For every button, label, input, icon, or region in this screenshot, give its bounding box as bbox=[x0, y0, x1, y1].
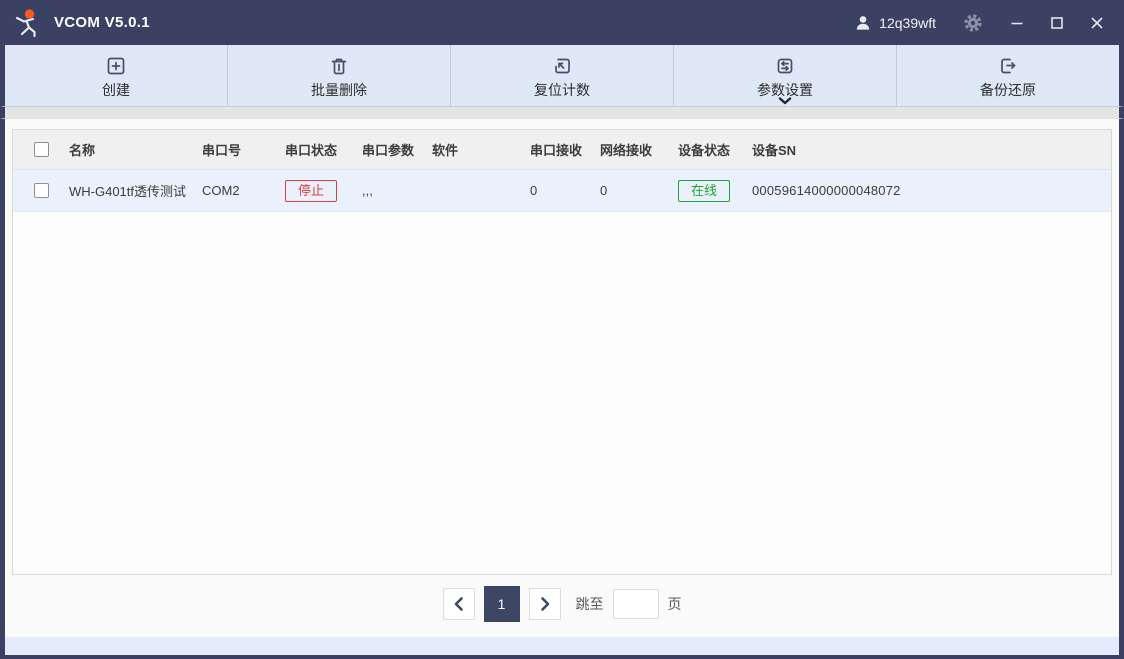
table-header-row: 名称 串口号 串口状态 串口参数 软件 串口接收 网络接收 设备状态 设备SN bbox=[13, 130, 1111, 170]
window-controls bbox=[1004, 10, 1110, 36]
reset-count-icon bbox=[551, 55, 573, 77]
cell-port-params: ,,, bbox=[362, 183, 432, 198]
create-label: 创建 bbox=[102, 80, 130, 100]
backup-restore-icon bbox=[997, 55, 1019, 77]
pagination: 1 跳至 页 bbox=[5, 585, 1119, 623]
user-account[interactable]: 12q39wft bbox=[854, 14, 936, 32]
cell-device-status: 在线 bbox=[678, 180, 752, 202]
window-bottom-frame bbox=[0, 655, 1124, 659]
chevron-left-icon bbox=[451, 596, 467, 612]
titlebar-left: VCOM V5.0.1 bbox=[12, 7, 150, 39]
select-all-checkbox[interactable] bbox=[34, 142, 49, 157]
chevron-right-icon bbox=[537, 596, 553, 612]
jump-to-label: 跳至 bbox=[576, 594, 604, 614]
main-content: 名称 串口号 串口状态 串口参数 软件 串口接收 网络接收 设备状态 设备SN … bbox=[0, 119, 1124, 637]
user-icon bbox=[854, 14, 872, 32]
prev-page-button[interactable] bbox=[443, 588, 475, 620]
maximize-icon[interactable] bbox=[1044, 10, 1070, 36]
table-row[interactable]: WH-G401tf透传测试 COM2 停止 ,,, 0 0 在线 0005961… bbox=[13, 170, 1111, 212]
titlebar: VCOM V5.0.1 12q39wft bbox=[0, 0, 1124, 45]
header-device-status[interactable]: 设备状态 bbox=[678, 140, 752, 159]
vcom-window: VCOM V5.0.1 12q39wft bbox=[0, 0, 1124, 659]
close-icon[interactable] bbox=[1084, 10, 1110, 36]
minimize-icon[interactable] bbox=[1004, 10, 1030, 36]
backup-restore-label: 备份还原 bbox=[980, 80, 1036, 100]
toolbar: 创建 批量删除 复位计数 bbox=[0, 45, 1124, 107]
header-software[interactable]: 软件 bbox=[432, 140, 530, 159]
port-status-badge: 停止 bbox=[285, 180, 337, 202]
param-settings-icon bbox=[774, 55, 796, 77]
row-checkbox-cell bbox=[13, 183, 69, 198]
bottom-status-strip bbox=[0, 637, 1124, 655]
cell-port-status: 停止 bbox=[285, 180, 362, 202]
cell-com-port: COM2 bbox=[202, 183, 285, 198]
backup-restore-button[interactable]: 备份还原 bbox=[896, 45, 1119, 106]
header-device-sn[interactable]: 设备SN bbox=[752, 140, 1111, 159]
batch-delete-icon bbox=[328, 55, 350, 77]
app-title: VCOM V5.0.1 bbox=[54, 14, 150, 31]
next-page-button[interactable] bbox=[529, 588, 561, 620]
device-table: 名称 串口号 串口状态 串口参数 软件 串口接收 网络接收 设备状态 设备SN … bbox=[12, 129, 1112, 575]
cell-serial-rx: 0 bbox=[530, 183, 600, 198]
select-all-cell bbox=[13, 142, 69, 157]
username-label: 12q39wft bbox=[879, 15, 936, 31]
device-status-badge: 在线 bbox=[678, 180, 730, 202]
cell-device-sn: 00059614000000048072 bbox=[752, 183, 1111, 198]
param-settings-button[interactable]: 参数设置 bbox=[673, 45, 896, 106]
cell-name: WH-G401tf透传测试 bbox=[69, 181, 202, 200]
reset-count-button[interactable]: 复位计数 bbox=[450, 45, 673, 106]
reset-count-label: 复位计数 bbox=[534, 80, 590, 100]
header-network-rx[interactable]: 网络接收 bbox=[600, 140, 678, 159]
header-port-status[interactable]: 串口状态 bbox=[285, 140, 362, 159]
page-number-button[interactable]: 1 bbox=[484, 586, 520, 622]
header-name[interactable]: 名称 bbox=[69, 140, 202, 159]
header-port-params[interactable]: 串口参数 bbox=[362, 140, 432, 159]
titlebar-right: 12q39wft bbox=[854, 8, 1110, 38]
header-serial-rx[interactable]: 串口接收 bbox=[530, 140, 600, 159]
chevron-down-icon[interactable] bbox=[778, 97, 792, 105]
batch-delete-label: 批量删除 bbox=[311, 80, 367, 100]
cell-network-rx: 0 bbox=[600, 183, 678, 198]
row-checkbox[interactable] bbox=[34, 183, 49, 198]
usr-logo-icon bbox=[12, 7, 44, 39]
batch-delete-button[interactable]: 批量删除 bbox=[227, 45, 450, 106]
create-button[interactable]: 创建 bbox=[5, 45, 227, 106]
header-com-port[interactable]: 串口号 bbox=[202, 140, 285, 159]
create-icon bbox=[105, 55, 127, 77]
toolbar-content-divider bbox=[0, 107, 1124, 119]
page-unit-label: 页 bbox=[668, 594, 682, 614]
settings-gear-icon[interactable] bbox=[958, 8, 988, 38]
jump-page-input[interactable] bbox=[613, 589, 659, 619]
